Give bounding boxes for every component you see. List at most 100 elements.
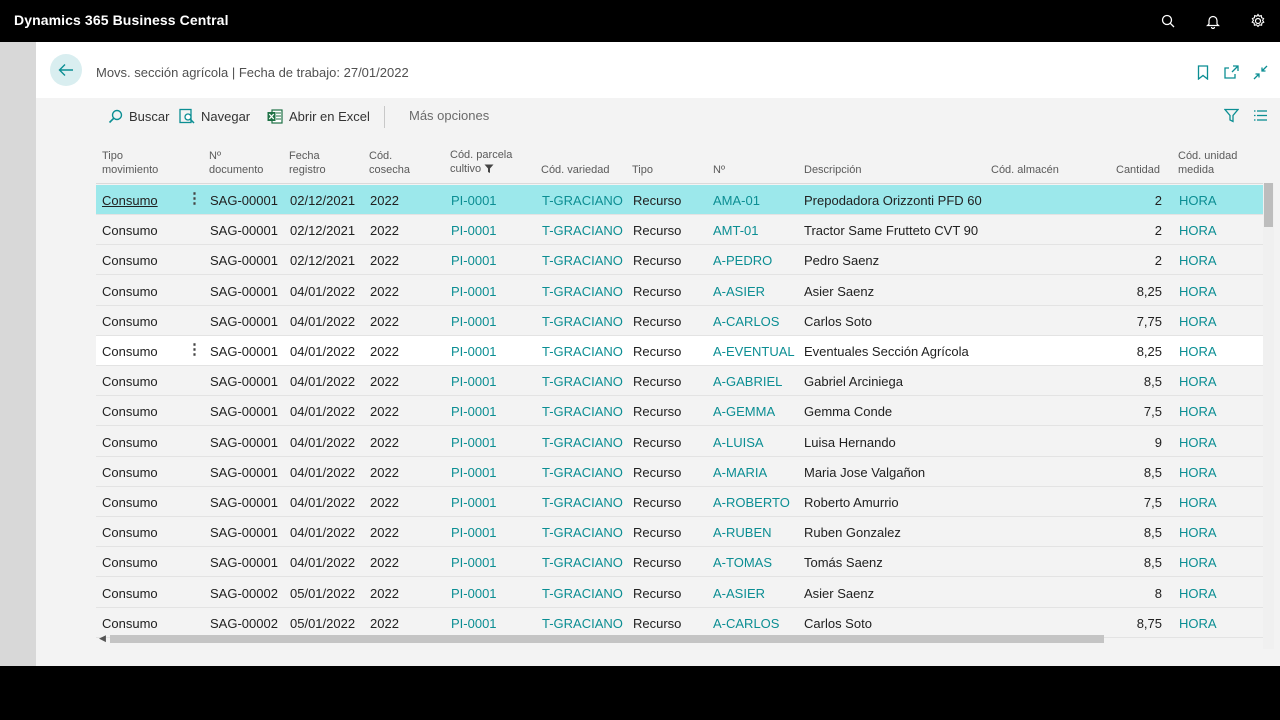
cell-parcela[interactable]: PI-0001	[451, 374, 497, 389]
cell-no[interactable]: A-PEDRO	[713, 253, 772, 268]
table-row[interactable]: Consumo SAG-00001 04/01/2022 2022 PI-0001 T-G…	[96, 547, 1266, 578]
cell-variedad[interactable]: T-GRACIANO	[542, 223, 623, 238]
cell-parcela[interactable]: PI-0001	[451, 223, 497, 238]
cell-tipo_mov[interactable]: Consumo	[102, 193, 158, 208]
cell-variedad[interactable]: T-GRACIANO	[542, 495, 623, 510]
cell-unidad[interactable]: HORA	[1179, 586, 1217, 601]
vertical-scroll-thumb[interactable]	[1264, 183, 1273, 227]
cell-variedad[interactable]: T-GRACIANO	[542, 284, 623, 299]
cell-unidad[interactable]: HORA	[1179, 495, 1217, 510]
cell-no[interactable]: A-RUBEN	[713, 525, 772, 540]
popout-icon[interactable]	[1222, 63, 1240, 81]
cell-no[interactable]: A-TOMAS	[713, 555, 772, 570]
table-row[interactable]: Consumo SAG-00001 04/01/2022 2022 PI-0001 T-G…	[96, 427, 1266, 457]
gear-icon[interactable]	[1248, 11, 1268, 31]
cell-variedad[interactable]: T-GRACIANO	[542, 525, 623, 540]
cell-variedad[interactable]: T-GRACIANO	[542, 555, 623, 570]
cell-no[interactable]: A-EVENTUAL	[713, 344, 795, 359]
horizontal-scrollbar[interactable]: ◀ ▶	[96, 632, 1266, 644]
cell-no[interactable]: A-MARIA	[713, 465, 767, 480]
more-options-button[interactable]: Más opciones	[409, 108, 489, 123]
cell-parcela[interactable]: PI-0001	[451, 525, 497, 540]
cell-no[interactable]: A-CARLOS	[713, 314, 779, 329]
table-row[interactable]: Consumo SAG-00001 02/12/2021 2022 PI-0001 T-G…	[96, 245, 1266, 276]
cell-parcela[interactable]: PI-0001	[451, 435, 497, 450]
cell-unidad[interactable]: HORA	[1179, 223, 1217, 238]
open-in-excel-button[interactable]: Abrir en Excel	[266, 108, 370, 124]
cell-no[interactable]: A-GEMMA	[713, 404, 775, 419]
table-row[interactable]: Consumo SAG-00001 04/01/2022 2022 PI-0001 T-G…	[96, 517, 1266, 548]
cell-no[interactable]: A-ASIER	[713, 586, 765, 601]
cell-unidad[interactable]: HORA	[1179, 435, 1217, 450]
search-icon[interactable]	[1158, 11, 1178, 31]
cell-variedad[interactable]: T-GRACIANO	[542, 374, 623, 389]
cell-parcela[interactable]: PI-0001	[451, 495, 497, 510]
table-row[interactable]: Consumo SAG-00001 04/01/2022 2022 PI-0001 T-G…	[96, 396, 1266, 427]
row-actions-icon[interactable]: ⋮	[187, 342, 202, 357]
cell-tipo: Recurso	[633, 344, 682, 359]
cell-unidad[interactable]: HORA	[1179, 253, 1217, 268]
cell-no[interactable]: A-GABRIEL	[713, 374, 782, 389]
cell-unidad[interactable]: HORA	[1179, 465, 1217, 480]
cell-unidad[interactable]: HORA	[1179, 404, 1217, 419]
cell-doc: SAG-00001	[210, 525, 278, 541]
scroll-left-arrow-icon[interactable]: ◀	[99, 633, 106, 644]
back-button[interactable]	[50, 54, 82, 86]
cell-variedad[interactable]: T-GRACIANO	[542, 616, 623, 631]
cell-no[interactable]: A-ROBERTO	[713, 495, 790, 510]
table-row[interactable]: Consumo SAG-00001 04/01/2022 2022 PI-0001 T-G…	[96, 336, 1266, 366]
cell-no[interactable]: A-LUISA	[713, 435, 764, 450]
cell-variedad[interactable]: T-GRACIANO	[542, 404, 623, 419]
cell-unidad[interactable]: HORA	[1179, 616, 1217, 631]
table-row[interactable]: Consumo SAG-00001 04/01/2022 2022 PI-0001 T-G…	[96, 306, 1266, 336]
cell-parcela[interactable]: PI-0001	[451, 193, 497, 208]
cell-unidad[interactable]: HORA	[1179, 555, 1217, 570]
cell-no[interactable]: AMT-01	[713, 223, 759, 238]
cell-variedad[interactable]: T-GRACIANO	[542, 586, 623, 601]
cell-tipo_mov: Consumo	[102, 344, 158, 359]
cell-parcela[interactable]: PI-0001	[451, 616, 497, 631]
cell-no[interactable]: AMA-01	[713, 193, 760, 208]
cell-unidad[interactable]: HORA	[1179, 193, 1217, 208]
cell-unidad[interactable]: HORA	[1179, 314, 1217, 329]
cell-unidad[interactable]: HORA	[1179, 284, 1217, 299]
filter-pane-button[interactable]	[1222, 107, 1240, 123]
table-row[interactable]: Consumo SAG-00001 04/01/2022 2022 PI-0001 T-G…	[96, 276, 1266, 306]
cell-parcela[interactable]: PI-0001	[451, 253, 497, 268]
cell-variedad[interactable]: T-GRACIANO	[542, 465, 623, 480]
table-row[interactable]: Consumo SAG-00001 02/12/2021 2022 PI-0001 T-G…	[96, 215, 1266, 246]
cell-parcela[interactable]: PI-0001	[451, 344, 497, 359]
navigate-button[interactable]: Navegar	[178, 108, 250, 124]
bell-icon[interactable]	[1203, 11, 1223, 31]
cell-variedad[interactable]: T-GRACIANO	[542, 193, 623, 208]
cell-variedad[interactable]: T-GRACIANO	[542, 314, 623, 329]
cell-no[interactable]: A-CARLOS	[713, 616, 779, 631]
table-row[interactable]: Consumo SAG-00001 02/12/2021 2022 PI-0001 T-G…	[96, 185, 1266, 215]
table-row[interactable]: Consumo SAG-00001 04/01/2022 2022 PI-0001 T-G…	[96, 457, 1266, 487]
cell-unidad[interactable]: HORA	[1179, 374, 1217, 389]
search-button[interactable]: Buscar	[106, 108, 169, 124]
cell-variedad[interactable]: T-GRACIANO	[542, 435, 623, 450]
cell-variedad[interactable]: T-GRACIANO	[542, 344, 623, 359]
horizontal-scroll-thumb[interactable]	[110, 635, 1104, 643]
cell-unidad[interactable]: HORA	[1179, 344, 1217, 359]
cell-parcela[interactable]: PI-0001	[451, 555, 497, 570]
cell-parcela[interactable]: PI-0001	[451, 314, 497, 329]
cell-unidad[interactable]: HORA	[1179, 525, 1217, 540]
table-row[interactable]: Consumo SAG-00001 04/01/2022 2022 PI-0001 T-G…	[96, 487, 1266, 517]
cell-cantidad: 8,75	[1136, 615, 1162, 631]
list-view-button[interactable]	[1251, 107, 1269, 123]
cell-variedad[interactable]: T-GRACIANO	[542, 253, 623, 268]
row-actions-icon[interactable]: ⋮	[187, 191, 202, 206]
collapse-icon[interactable]	[1251, 63, 1269, 81]
cell-parcela[interactable]: PI-0001	[451, 586, 497, 601]
cell-parcela[interactable]: PI-0001	[451, 404, 497, 419]
bookmark-icon[interactable]	[1194, 63, 1212, 81]
app-title: Dynamics 365 Business Central	[14, 12, 229, 28]
table-row[interactable]: Consumo SAG-00002 05/01/2022 2022 PI-0001 T-G…	[96, 578, 1266, 608]
table-row[interactable]: Consumo SAG-00001 04/01/2022 2022 PI-0001 T-G…	[96, 366, 1266, 397]
cell-no[interactable]: A-ASIER	[713, 284, 765, 299]
cell-parcela[interactable]: PI-0001	[451, 284, 497, 299]
cell-parcela[interactable]: PI-0001	[451, 465, 497, 480]
vertical-scrollbar[interactable]	[1263, 183, 1274, 649]
